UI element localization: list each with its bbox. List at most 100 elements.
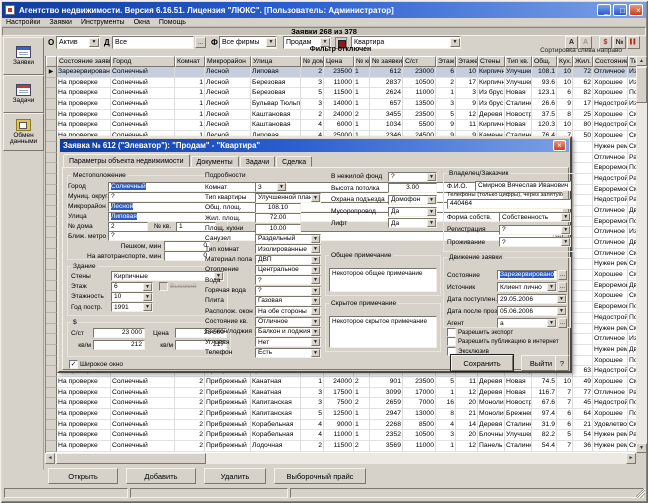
- column-header-4[interactable]: Микрорайон: [205, 56, 251, 67]
- dropdown-arrow-icon[interactable]: ▼: [547, 319, 556, 327]
- balcony-combo[interactable]: Балкон и лоджия▼: [255, 327, 321, 337]
- living-area-input[interactable]: 72.00: [255, 213, 301, 223]
- dropdown-arrow-icon[interactable]: ▼: [557, 295, 566, 303]
- dropdown-arrow-icon[interactable]: ▼: [427, 208, 436, 216]
- dropdown-arrow-icon[interactable]: ▼: [427, 219, 436, 227]
- stove-combo[interactable]: Газовая▼: [255, 296, 321, 306]
- column-header-9[interactable]: № заявки: [370, 56, 403, 67]
- menu-item-5[interactable]: Помощь: [159, 19, 186, 26]
- dropdown-arrow-icon[interactable]: ▼: [561, 213, 570, 221]
- table-row[interactable]: На проверкеСолнечный2ПрибрежныйКорабельн…: [46, 430, 636, 441]
- build-year-combo[interactable]: 1991▼: [111, 302, 153, 312]
- non-residential-combo[interactable]: ?▼: [388, 172, 437, 182]
- water-combo[interactable]: ?▼: [255, 275, 321, 285]
- source-ellipsis-button[interactable]: ...: [558, 282, 567, 292]
- minimize-button[interactable]: _: [597, 4, 611, 16]
- table-row[interactable]: На проверкеСолнечный2ПрибрежныйКанатная3…: [46, 388, 636, 399]
- menu-item-4[interactable]: Окна: [134, 19, 150, 26]
- vertical-scroll-thumb[interactable]: [636, 67, 647, 103]
- footer-button-2[interactable]: Добавить: [126, 468, 196, 484]
- allow-internet-publish-checkbox[interactable]: [447, 337, 456, 346]
- phones-input[interactable]: 440464: [447, 199, 571, 209]
- column-header-18[interactable]: Состояние кв.: [593, 56, 628, 67]
- source-combo[interactable]: Клиент лично▼: [497, 282, 557, 292]
- sidebar-item-1[interactable]: Заявки: [3, 37, 44, 75]
- sidebar-item-2[interactable]: Задачи: [3, 75, 44, 113]
- column-header-5[interactable]: Улица: [251, 56, 301, 67]
- corner-combo[interactable]: Нет▼: [255, 337, 321, 347]
- hidden-note-text[interactable]: Некоторое скрытое примечание: [329, 316, 437, 348]
- table-row[interactable]: На проверкеСолнечный1ЛеснойКаштановая224…: [46, 110, 636, 121]
- ceiling-height-input[interactable]: 3.00: [388, 183, 437, 193]
- footer-button-3[interactable]: Удалить: [204, 468, 266, 484]
- scroll-right-icon[interactable]: ►: [626, 453, 636, 464]
- walk-minutes-input[interactable]: 0: [164, 241, 210, 251]
- table-row[interactable]: На проверкеСолнечный1ЛеснойБерезовая3110…: [46, 78, 636, 89]
- phone-combo[interactable]: Есть▼: [255, 348, 321, 358]
- tab-2[interactable]: Документы: [191, 156, 239, 167]
- column-header-7[interactable]: Цена: [324, 56, 354, 67]
- dropdown-arrow-icon[interactable]: ▼: [143, 293, 152, 301]
- table-row[interactable]: На проверкеСолнечный2ПрибрежныйКанатная1…: [46, 377, 636, 388]
- maximize-button[interactable]: □: [613, 4, 627, 16]
- horizontal-scroll-thumb[interactable]: [56, 453, 206, 464]
- residing-combo[interactable]: ?▼: [499, 237, 571, 247]
- cost-input[interactable]: 23 000: [93, 328, 145, 338]
- agent-ellipsis-button[interactable]: ...: [558, 318, 567, 328]
- sidebar-item-3[interactable]: Обмен данными: [3, 113, 44, 151]
- dropdown-arrow-icon[interactable]: ▼: [311, 256, 320, 264]
- entrance-security-combo[interactable]: Домофон▼: [388, 195, 437, 205]
- dropdown-arrow-icon[interactable]: ▼: [311, 297, 320, 305]
- tab-3[interactable]: Задачи: [240, 156, 276, 167]
- column-header-19[interactable]: Тип ко: [628, 56, 636, 67]
- rooms-type-combo[interactable]: Изолированные▼: [255, 244, 321, 254]
- column-header-12[interactable]: Этажей: [456, 56, 478, 67]
- table-row[interactable]: На проверкеСолнечный1ЛеснойКаштановая460…: [46, 120, 636, 131]
- dropdown-arrow-icon[interactable]: ▼: [557, 307, 566, 315]
- allow-internet-publish-row[interactable]: Разрешить публикацию в интернет: [447, 337, 572, 346]
- dropdown-arrow-icon[interactable]: ▼: [143, 283, 152, 291]
- scroll-up-icon[interactable]: ▲: [636, 56, 647, 66]
- table-row[interactable]: На проверкеСолнечный2ПрибрежныйКапитанск…: [46, 409, 636, 420]
- tab-4[interactable]: Сделка: [276, 156, 312, 167]
- dropdown-arrow-icon[interactable]: ▼: [547, 283, 556, 291]
- dropdown-arrow-icon[interactable]: ▼: [311, 349, 320, 357]
- column-header-2[interactable]: Город: [111, 56, 175, 67]
- tab-1[interactable]: Параметры объекта недвижимости: [63, 154, 190, 167]
- dropdown-arrow-icon[interactable]: ▼: [311, 307, 320, 315]
- cost-per-m-input[interactable]: 212: [93, 340, 145, 350]
- dropdown-arrow-icon[interactable]: ▼: [143, 303, 152, 311]
- floors-count-combo[interactable]: 10▼: [111, 292, 153, 302]
- table-row[interactable]: На проверкеСолнечный2ПрибрежныйКорабельн…: [46, 420, 636, 431]
- garbage-chute-combo[interactable]: Да▼: [388, 207, 437, 217]
- footer-button-1[interactable]: Открыть: [48, 468, 118, 484]
- transport-minutes-input[interactable]: 0: [164, 251, 210, 261]
- status-ellipsis-button[interactable]: ...: [558, 270, 567, 280]
- dialog-help-button[interactable]: ?: [555, 355, 569, 371]
- bathroom-combo[interactable]: Раздельный▼: [255, 234, 321, 244]
- column-header-11[interactable]: Этаж: [436, 56, 456, 67]
- column-header-1[interactable]: Состояние заявки: [57, 56, 111, 67]
- menu-item-2[interactable]: Заявки: [49, 19, 72, 26]
- column-header-10[interactable]: С/ст: [403, 56, 436, 67]
- save-button[interactable]: Сохранить: [451, 355, 513, 371]
- dropdown-arrow-icon[interactable]: ▼: [311, 338, 320, 346]
- dropdown-arrow-icon[interactable]: ▼: [427, 196, 436, 204]
- heating-combo[interactable]: Центральное▼: [255, 265, 321, 275]
- scroll-down-icon[interactable]: ▼: [636, 443, 647, 453]
- agent-combo[interactable]: а▼: [497, 318, 557, 328]
- allow-export-row[interactable]: Разрешить экспорт: [447, 328, 572, 337]
- general-note-text[interactable]: Некоторое общее примечание: [329, 268, 437, 292]
- close-button[interactable]: ×: [629, 4, 643, 16]
- elevator-combo[interactable]: Да▼: [388, 218, 437, 228]
- status-input[interactable]: Зарезервировано: [497, 270, 557, 280]
- resize-grip[interactable]: [636, 489, 645, 498]
- table-row[interactable]: ▶ЗарезервированоСолнечныйЛеснойЛиповая22…: [46, 67, 636, 78]
- floor-material-combo[interactable]: ДВП▼: [255, 255, 321, 265]
- menu-item-1[interactable]: Настройки: [6, 19, 40, 26]
- table-row[interactable]: На проверкеСолнечный2ПрибрежныйЛодочная2…: [46, 441, 636, 452]
- column-header-3[interactable]: Комнат: [175, 56, 205, 67]
- column-header-8[interactable]: № кв.: [354, 56, 370, 67]
- dropdown-arrow-icon[interactable]: ▼: [311, 235, 320, 243]
- footer-button-4[interactable]: Выборочный прайс: [274, 468, 366, 484]
